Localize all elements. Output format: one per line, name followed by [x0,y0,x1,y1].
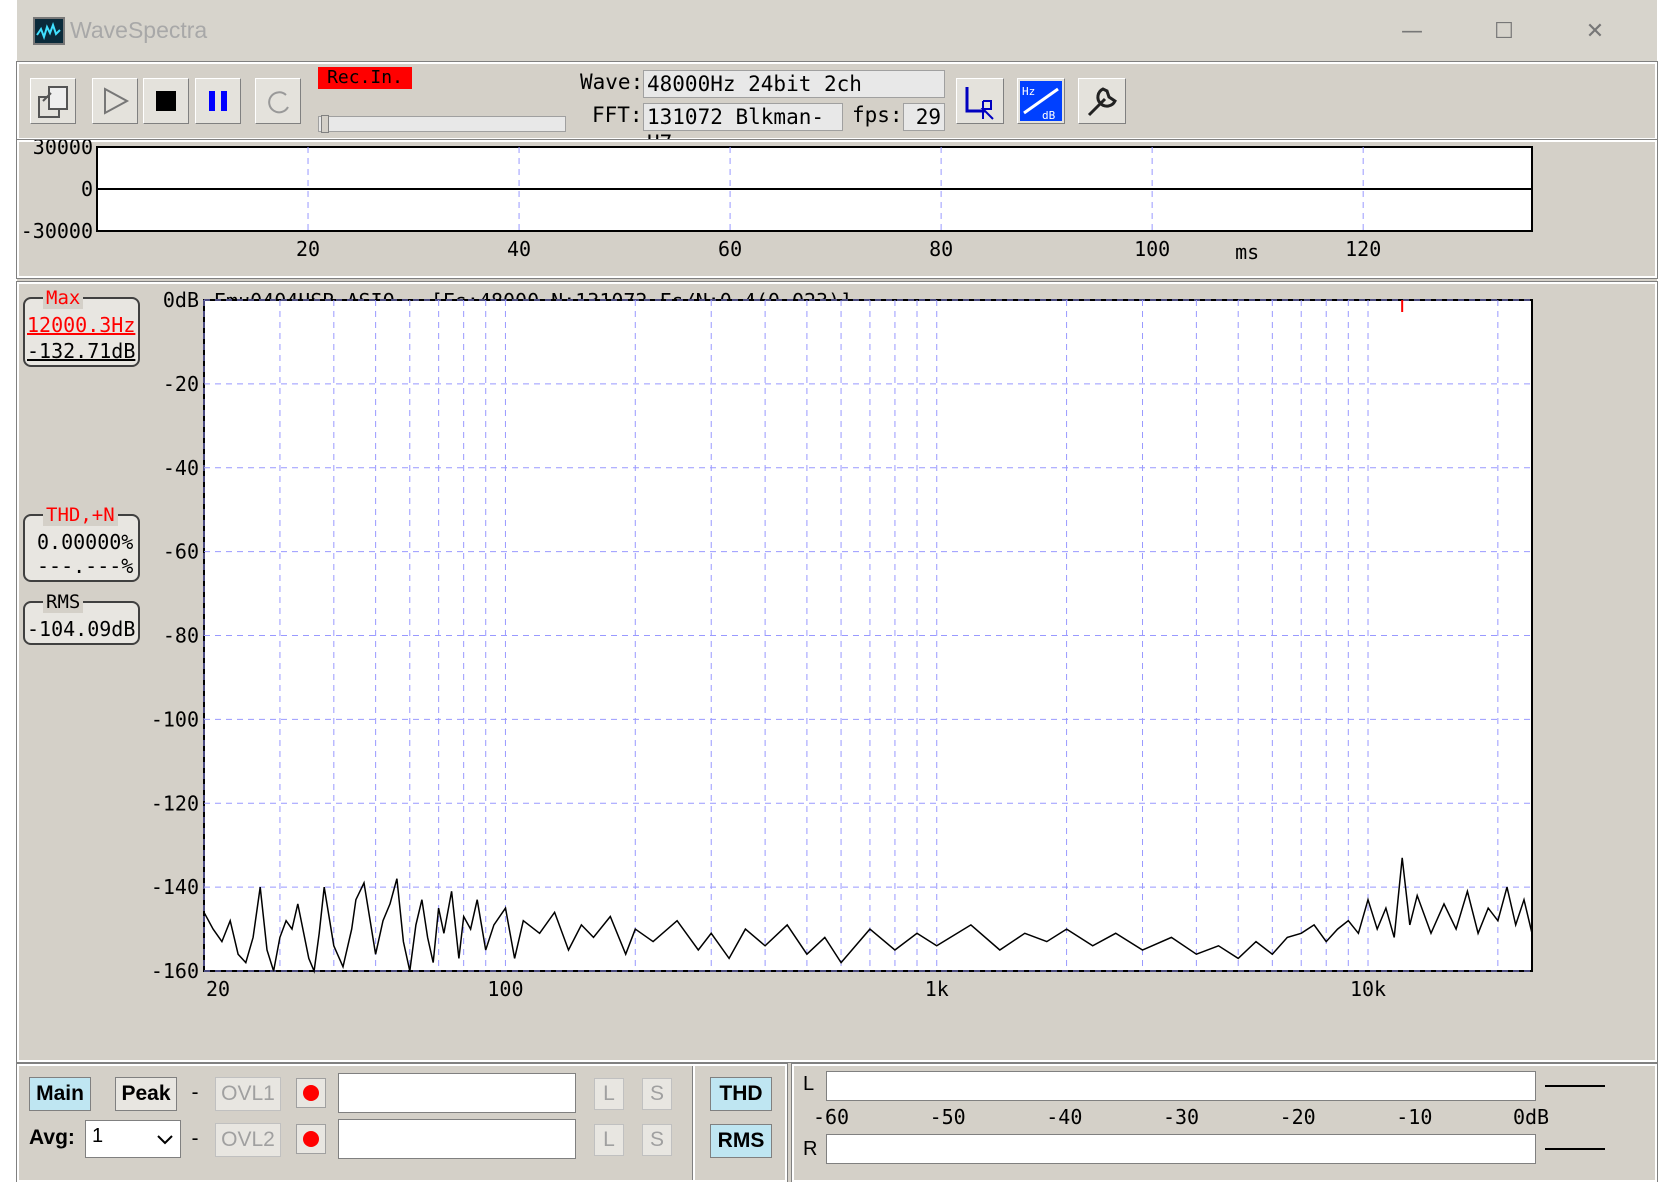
rec-in-indicator: Rec.In. [318,67,412,89]
rms-button[interactable]: RMS [710,1124,772,1158]
pause-button[interactable] [195,78,241,124]
meter-tick-label: -60 [812,1105,850,1129]
waveform-y-tick: 0 [81,177,93,201]
close-button[interactable]: ✕ [1575,12,1615,52]
stop-icon [156,91,176,111]
svg-text:dB: dB [1042,109,1056,122]
peak-hold-r [1545,1148,1605,1150]
spectrum-x-tick: 10k [1350,977,1386,1001]
loop-button[interactable] [255,78,301,124]
fps-value: 29 [903,103,945,131]
play-button[interactable] [92,78,138,124]
spectrum-y-tick: -40 [163,456,199,480]
meter-channel-r: R [803,1138,818,1160]
waveform-x-tick: 60 [718,237,742,261]
waveform-x-tick: 40 [507,237,531,261]
maximize-button[interactable]: ☐ [1484,12,1524,52]
ovl2-s-button[interactable]: S [642,1124,672,1156]
hz-db-scale-icon: HzdB [1020,81,1062,122]
fft-setting-field: 131072 Blkman-H7 [643,103,843,155]
spectrum-y-tick: -160 [151,959,199,983]
meter-tick-label: -50 [929,1105,966,1129]
waveform-y-tick: -30000 [21,219,93,243]
waveform-x-tick: 80 [929,237,953,261]
avg-select[interactable]: 1 [85,1120,181,1158]
ovl1-s-button[interactable]: S [642,1078,672,1110]
meter-tick-label: -30 [1162,1105,1200,1129]
channel-select-button[interactable] [956,78,1004,124]
waveform-x-tick: 100 [1134,237,1170,261]
spectrum-x-tick: 1k [925,977,949,1001]
svg-text:Hz: Hz [1022,85,1035,98]
app-icon [33,17,65,45]
wrench-icon [1087,87,1117,117]
dash-2: - [189,1126,202,1150]
window-title: WaveSpectra [70,17,208,43]
wave-label: Wave: [580,70,644,94]
ovl1-indicator: OVL1 [215,1077,281,1111]
stop-button[interactable] [143,78,189,124]
spectrum-y-tick: -120 [151,791,199,815]
meter-tick-label: -10 [1396,1105,1433,1129]
divider [692,1066,695,1180]
spectrum-y-tick: 0dB [163,288,199,312]
minimize-button[interactable]: — [1392,12,1432,52]
dash-1: - [189,1080,202,1104]
record-dot-icon [303,1085,319,1101]
meter-channel-l: L [803,1073,815,1095]
wave-format-field: 48000Hz 24bit 2ch [643,70,945,98]
waveform-y-tick: 30000 [33,140,93,159]
play-icon [104,87,130,115]
record-dot-icon [303,1131,319,1147]
ovl2-file-field[interactable] [338,1119,576,1159]
fps-label: fps: [852,103,903,127]
loop-icon [268,91,289,114]
peak-hold-l [1545,1085,1605,1087]
waveform-x-unit: ms [1235,240,1259,264]
spectrum-y-tick: -20 [163,372,199,396]
ovl1-file-field[interactable] [338,1073,576,1113]
meter-tick-label: -40 [1046,1105,1083,1129]
thd-button[interactable]: THD [710,1077,772,1111]
ovl2-l-button[interactable]: L [594,1124,624,1156]
ovl2-record-button[interactable] [296,1124,326,1154]
avg-value: 1 [92,1125,104,1147]
fft-label: FFT: [592,103,643,127]
ovl1-record-button[interactable] [296,1078,326,1108]
spectrum-y-tick: -100 [151,707,199,731]
spectrum-y-tick: -60 [163,540,199,564]
pause-icon [209,91,227,111]
scale-settings-button[interactable]: Hz dB [1017,78,1065,124]
main-button[interactable]: Main [29,1077,91,1111]
level-meter-l [826,1071,1536,1101]
level-meter-r [826,1134,1536,1164]
settings-button[interactable] [1078,78,1126,124]
avg-label: Avg: [29,1126,75,1149]
spectrum-chart[interactable]: 0dB -20 -40 -60 -80 -100 -120 -140 -160 20 100 1k 10… [17,282,1657,1062]
waveform-icon [35,19,63,43]
spectrum-x-tick: 100 [487,977,523,1001]
meter-tick-label: 0dB [1512,1105,1550,1129]
record-level-slider[interactable] [318,115,566,133]
ovl1-l-button[interactable]: L [594,1078,624,1110]
ovl2-indicator: OVL2 [215,1123,281,1157]
export-icon [38,86,68,118]
waveform-x-tick: 120 [1345,237,1381,261]
spectrum-x-tick: 20 [206,977,230,1001]
slider-thumb[interactable] [321,115,329,133]
export-button[interactable] [30,78,76,124]
lr-channel-icon [965,87,994,120]
meter-tick-label: -20 [1279,1105,1316,1129]
spectrum-y-tick: -140 [151,875,199,899]
waveform-x-tick: 20 [296,237,320,261]
spectrum-y-tick: -80 [163,624,199,648]
waveform-view[interactable]: 20 40 60 80 100 120 ms 30000 0 -30000 [17,140,1657,278]
chevron-down-icon [157,1135,173,1145]
peak-button[interactable]: Peak [115,1077,177,1111]
